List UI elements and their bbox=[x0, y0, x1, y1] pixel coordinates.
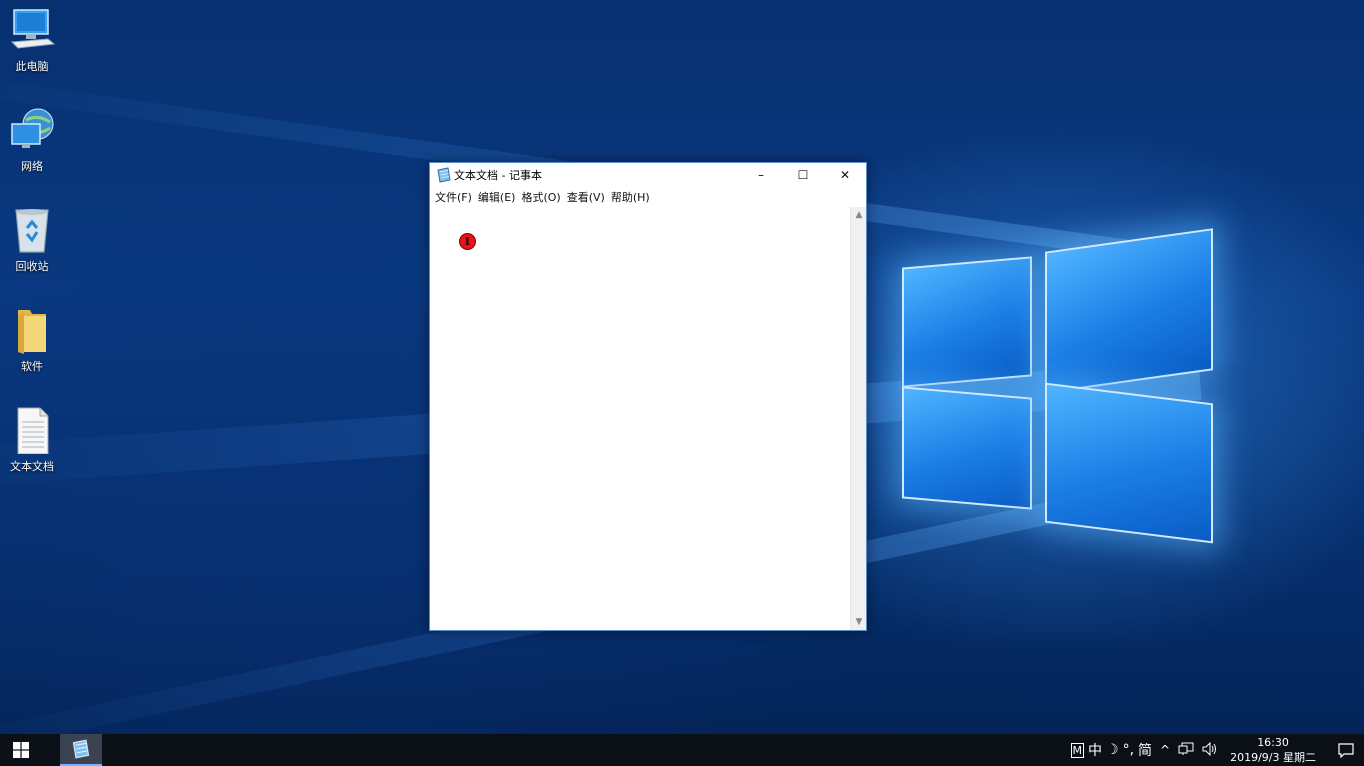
start-button[interactable] bbox=[0, 734, 42, 766]
desktop-icon-label: 软件 bbox=[21, 360, 43, 373]
clock-time: 16:30 bbox=[1257, 736, 1289, 749]
scroll-up-icon[interactable]: ▲ bbox=[851, 207, 867, 223]
menu-edit[interactable]: 编辑(E) bbox=[475, 189, 519, 205]
desktop-icon-this-pc[interactable]: 此电脑 bbox=[4, 6, 60, 86]
windows-logo-pane bbox=[902, 386, 1032, 510]
desktop-icon-label: 文本文档 bbox=[10, 460, 54, 473]
scroll-down-icon[interactable]: ▼ bbox=[851, 614, 867, 630]
network-icon bbox=[8, 106, 56, 154]
network-tray-icon[interactable] bbox=[1178, 742, 1194, 759]
taskbar-notepad-button[interactable] bbox=[60, 734, 102, 766]
close-icon: ✕ bbox=[839, 168, 851, 182]
windows-logo-pane bbox=[902, 256, 1032, 388]
menu-bar: 文件(F) 编辑(E) 格式(O) 查看(V) 帮助(H) bbox=[430, 187, 866, 207]
desktop-icon-label: 网络 bbox=[21, 160, 43, 173]
maximize-icon: ☐ bbox=[797, 168, 809, 182]
ime-mode[interactable]: 简 bbox=[1138, 740, 1152, 760]
ime-language[interactable]: 中 bbox=[1088, 740, 1102, 760]
notepad-icon bbox=[436, 167, 452, 183]
text-document-icon bbox=[8, 406, 56, 455]
taskbar: M 中 ☽ °, 简 ^ 16:30 2019/9/3 星期二 bbox=[0, 734, 1364, 766]
close-button[interactable]: ✕ bbox=[824, 163, 866, 187]
desktop-icon-network[interactable]: 网络 bbox=[4, 106, 60, 186]
show-hidden-icons-button[interactable]: ^ bbox=[1160, 743, 1170, 757]
menu-format[interactable]: 格式(O) bbox=[518, 189, 563, 205]
minimize-icon: – bbox=[758, 168, 764, 182]
vertical-scrollbar[interactable]: ▲ ▼ bbox=[850, 207, 866, 630]
computer-icon bbox=[8, 6, 56, 54]
action-center-button[interactable] bbox=[1328, 734, 1364, 766]
menu-help[interactable]: 帮助(H) bbox=[608, 189, 653, 205]
clock-date: 2019/9/3 星期二 bbox=[1230, 751, 1316, 764]
desktop-icon-label: 此电脑 bbox=[15, 60, 49, 73]
action-center-icon bbox=[1338, 743, 1354, 758]
clock[interactable]: 16:30 2019/9/3 星期二 bbox=[1230, 735, 1316, 765]
windows-start-icon bbox=[13, 742, 29, 758]
volume-icon[interactable] bbox=[1202, 741, 1218, 759]
desktop-icon-text-document[interactable]: 文本文档 bbox=[4, 406, 60, 486]
menu-file[interactable]: 文件(F) bbox=[432, 189, 475, 205]
notepad-icon bbox=[72, 739, 90, 759]
maximize-button[interactable]: ☐ bbox=[782, 163, 824, 187]
recycle-bin-icon bbox=[8, 206, 56, 254]
menu-view[interactable]: 查看(V) bbox=[564, 189, 608, 205]
windows-logo-pane bbox=[1045, 382, 1213, 544]
ime-m-icon[interactable]: M bbox=[1070, 742, 1085, 758]
windows-logo-pane bbox=[1045, 228, 1213, 394]
desktop-icon-software-folder[interactable]: 软件 bbox=[4, 306, 60, 386]
text-cursor-icon: I bbox=[459, 233, 476, 250]
folder-icon bbox=[8, 306, 56, 354]
minimize-button[interactable]: – bbox=[740, 163, 782, 187]
ime-toolbar[interactable]: M 中 ☽ °, 简 bbox=[1070, 734, 1157, 766]
window-title: 文本文档 - 记事本 bbox=[454, 169, 542, 182]
ime-punctuation-icon[interactable]: °, bbox=[1123, 742, 1134, 758]
ime-halfwidth-icon[interactable]: ☽ bbox=[1106, 742, 1119, 758]
desktop-icon-label: 回收站 bbox=[15, 260, 49, 273]
notepad-window[interactable]: 文本文档 - 记事本 – ☐ ✕ 文件(F) 编辑(E) 格式(O) 查看(V)… bbox=[429, 162, 867, 631]
text-editor-area[interactable] bbox=[430, 207, 850, 630]
title-bar[interactable]: 文本文档 - 记事本 – ☐ ✕ bbox=[430, 163, 866, 187]
desktop-icon-recycle-bin[interactable]: 回收站 bbox=[4, 206, 60, 286]
system-tray: M 中 ☽ °, 简 ^ 16:30 2019/9/3 星期二 bbox=[1070, 734, 1364, 766]
